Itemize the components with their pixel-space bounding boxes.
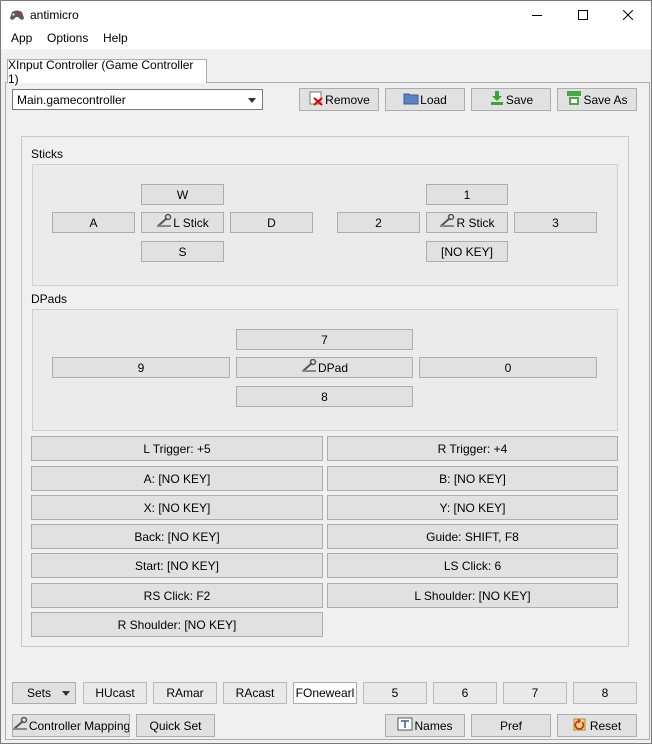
sets-dropdown[interactable]: Sets: [12, 682, 76, 704]
a-button[interactable]: A: [NO KEY]: [31, 466, 323, 491]
right-stick-down-button[interactable]: [NO KEY]: [426, 241, 508, 262]
save-as-button[interactable]: Save As: [557, 88, 637, 111]
reset-icon: [573, 717, 589, 734]
maximize-icon: [578, 10, 588, 20]
reset-button[interactable]: Reset: [557, 714, 637, 737]
set-button-4[interactable]: FOnewearl: [293, 682, 357, 704]
left-stick-down-button[interactable]: S: [141, 241, 224, 262]
set-button-6[interactable]: 6: [433, 682, 497, 704]
profile-select-value: Main.gamecontroller: [17, 93, 126, 107]
names-button[interactable]: Names: [385, 714, 465, 737]
app-window: antimicro App Options Help XInput Contro…: [0, 0, 652, 744]
gamepad-icon: [9, 8, 25, 22]
menu-help[interactable]: Help: [103, 31, 128, 45]
right-stick-up-button[interactable]: 1: [426, 184, 508, 205]
rs-click-button[interactable]: RS Click: F2: [31, 583, 323, 608]
menu-bar: App Options Help: [1, 29, 651, 49]
left-stick-up-button[interactable]: W: [141, 184, 224, 205]
right-stick-right-button[interactable]: 3: [514, 212, 597, 233]
save-icon: [489, 90, 505, 109]
wrench-icon: [156, 213, 172, 231]
sets-label: Sets: [27, 686, 52, 700]
controller-mapping-label: Controller Mapping: [28, 718, 130, 733]
set-button-5[interactable]: 5: [363, 682, 427, 704]
set-button-2[interactable]: RAmar: [153, 682, 217, 704]
save-as-label: Save As: [583, 92, 628, 107]
minimize-button[interactable]: [514, 1, 560, 29]
tab-controller[interactable]: XInput Controller (Game Controller 1): [7, 58, 207, 86]
right-stick-button[interactable]: R Stick: [426, 212, 508, 233]
menu-options[interactable]: Options: [47, 31, 88, 45]
set-button-1[interactable]: HUcast: [83, 682, 147, 704]
reset-label: Reset: [589, 718, 622, 733]
chevron-down-icon: [62, 691, 70, 696]
right-stick-label: R Stick: [456, 215, 495, 230]
l-trigger-button[interactable]: L Trigger: +5: [31, 436, 323, 461]
r-shoulder-button[interactable]: R Shoulder: [NO KEY]: [31, 612, 323, 637]
b-button[interactable]: B: [NO KEY]: [327, 466, 618, 491]
left-stick-button[interactable]: L Stick: [141, 212, 224, 233]
set-button-3[interactable]: RAcast: [223, 682, 287, 704]
save-label: Save: [505, 92, 534, 107]
set-button-8[interactable]: 8: [573, 682, 637, 704]
remove-button[interactable]: Remove: [299, 88, 379, 111]
ls-click-button[interactable]: LS Click: 6: [327, 553, 618, 578]
left-stick-label: L Stick: [173, 215, 209, 230]
left-stick-right-button[interactable]: D: [230, 212, 313, 233]
right-stick-left-button[interactable]: 2: [337, 212, 420, 233]
dpad-right-button[interactable]: 0: [419, 357, 597, 378]
wrench-icon: [439, 213, 455, 231]
title-bar: antimicro: [1, 1, 651, 29]
y-button[interactable]: Y: [NO KEY]: [327, 495, 618, 520]
window-title: antimicro: [30, 8, 79, 22]
wrench-icon: [301, 358, 317, 376]
r-trigger-button[interactable]: R Trigger: +4: [327, 436, 618, 461]
wrench-icon: [13, 716, 28, 734]
left-stick-left-button[interactable]: A: [52, 212, 135, 233]
folder-icon: [403, 90, 419, 109]
close-icon: [623, 10, 633, 20]
names-label: Names: [414, 718, 453, 733]
chevron-down-icon: [248, 98, 256, 103]
dpads-label: DPads: [31, 292, 68, 306]
close-button[interactable]: [605, 1, 651, 29]
sticks-label: Sticks: [31, 147, 64, 161]
set-button-7[interactable]: 7: [503, 682, 567, 704]
controller-mapping-button[interactable]: Controller Mapping: [12, 714, 130, 737]
guide-button[interactable]: Guide: SHIFT, F8: [327, 524, 618, 549]
dpad-up-button[interactable]: 7: [236, 329, 413, 350]
remove-label: Remove: [325, 92, 370, 107]
maximize-button[interactable]: [560, 1, 606, 29]
save-as-icon: [566, 90, 582, 109]
pref-button[interactable]: Pref: [471, 714, 551, 737]
menu-app[interactable]: App: [11, 31, 32, 45]
x-button[interactable]: X: [NO KEY]: [31, 495, 323, 520]
names-icon: [397, 717, 413, 734]
dpad-label: DPad: [317, 360, 349, 375]
dpad-down-button[interactable]: 8: [236, 386, 413, 407]
minimize-icon: [532, 15, 542, 16]
l-shoulder-button[interactable]: L Shoulder: [NO KEY]: [327, 583, 618, 608]
load-label: Load: [420, 92, 447, 107]
load-button[interactable]: Load: [385, 88, 465, 111]
dpad-button[interactable]: DPad: [236, 357, 413, 378]
start-button[interactable]: Start: [NO KEY]: [31, 553, 323, 578]
dpad-left-button[interactable]: 9: [52, 357, 230, 378]
back-button[interactable]: Back: [NO KEY]: [31, 524, 323, 549]
remove-icon: [308, 90, 324, 109]
save-button[interactable]: Save: [471, 88, 551, 111]
profile-select[interactable]: Main.gamecontroller: [12, 89, 263, 110]
quick-set-button[interactable]: Quick Set: [136, 714, 215, 737]
